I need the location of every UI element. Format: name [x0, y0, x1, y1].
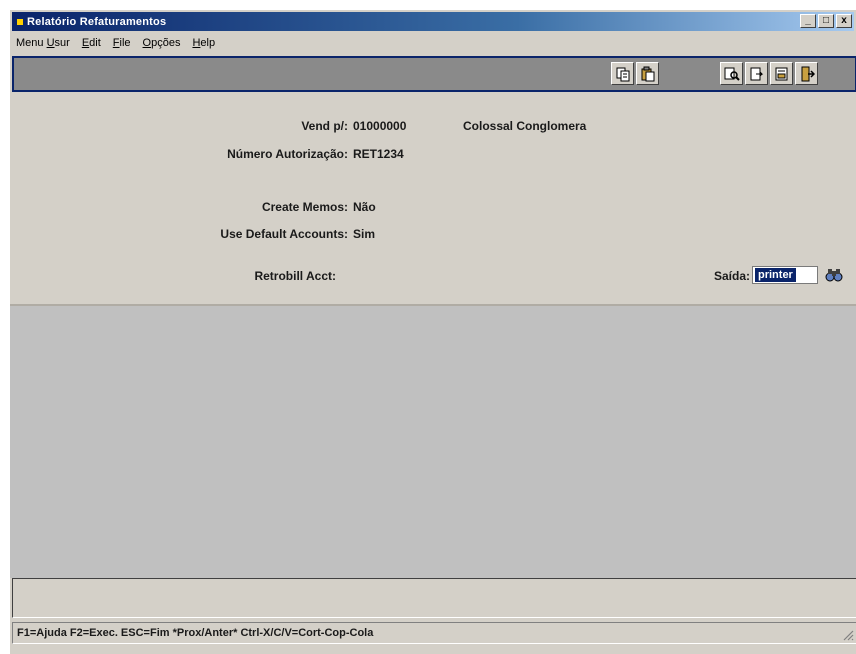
maximize-button[interactable]: □: [818, 14, 834, 28]
toolbar: [12, 56, 856, 92]
window-title: Relatório Refaturamentos: [27, 15, 167, 28]
title-bar[interactable]: Relatório Refaturamentos _ □ x: [12, 12, 854, 31]
accounts-value: Sim: [353, 227, 376, 241]
memos-label: Create Memos:: [261, 200, 348, 214]
saida-label: Saída:: [713, 269, 750, 283]
minimize-button[interactable]: _: [800, 14, 816, 28]
accounts-label: Use Default Accounts:: [220, 227, 348, 241]
auth-label: Número Autorização:: [227, 147, 348, 161]
menu-help[interactable]: Help: [192, 37, 215, 49]
menu-bar: Menu Usur Edit File Opções Help: [12, 34, 854, 52]
vend-name: Colossal Conglomera: [463, 119, 587, 133]
message-bar: [12, 578, 856, 618]
vend-label: Vend p/:: [301, 119, 348, 133]
menu-edit[interactable]: Edit: [82, 37, 101, 49]
app-icon: [17, 18, 23, 25]
copy-icon[interactable]: [611, 62, 634, 85]
report-icon[interactable]: [770, 62, 793, 85]
find-icon[interactable]: [720, 62, 743, 85]
memos-value: Não: [353, 200, 376, 214]
export-icon[interactable]: [745, 62, 768, 85]
menu-usuario[interactable]: Menu Usur: [16, 37, 70, 49]
status-text: F1=Ajuda F2=Exec. ESC=Fim *Prox/Anter* C…: [17, 627, 374, 639]
status-bar: F1=Ajuda F2=Exec. ESC=Fim *Prox/Anter* C…: [12, 622, 856, 644]
toolbar-gap: [662, 62, 694, 85]
close-button[interactable]: x: [836, 14, 852, 28]
paste-icon[interactable]: [636, 62, 659, 85]
vend-code: 01000000: [353, 119, 407, 133]
app-window: Relatório Refaturamentos _ □ x Menu Usur…: [9, 9, 856, 654]
content-area: [10, 306, 856, 578]
exit-icon[interactable]: [795, 62, 818, 85]
menu-file[interactable]: File: [113, 37, 131, 49]
saida-value: printer: [755, 268, 796, 282]
saida-input[interactable]: printer: [752, 266, 818, 284]
menu-opcoes[interactable]: Opções: [143, 37, 181, 49]
auth-value: RET1234: [353, 147, 404, 161]
retrobill-label: Retrobill Acct:: [254, 269, 336, 283]
binoculars-icon[interactable]: [825, 266, 843, 284]
resize-grip-icon[interactable]: [842, 629, 854, 641]
form-panel: Vend p/: 01000000 Colossal Conglomera Nú…: [12, 94, 856, 304]
